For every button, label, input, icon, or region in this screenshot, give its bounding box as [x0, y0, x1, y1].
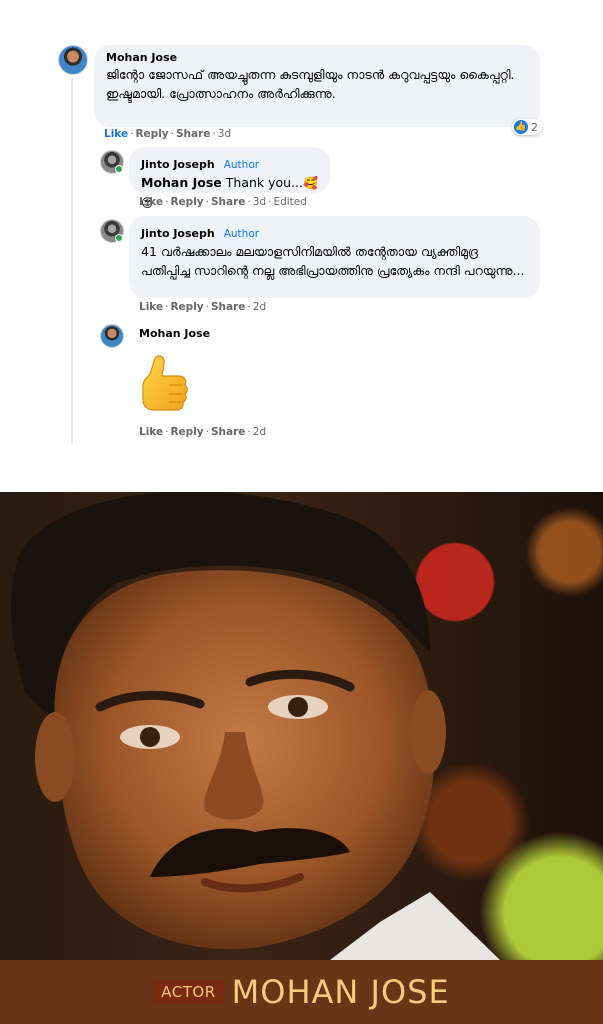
- comment-actions: Like · Reply · Share · 2d: [139, 426, 267, 438]
- comment-author[interactable]: Mohan Jose: [106, 51, 528, 64]
- like-button[interactable]: Like: [139, 426, 163, 438]
- reply-button[interactable]: Reply: [170, 301, 203, 313]
- reaction-count: 2: [531, 120, 538, 134]
- online-status-icon: [115, 234, 123, 242]
- actor-banner: ACTOR MOHAN JOSE: [0, 960, 603, 1024]
- comment-bubble: Jinto Joseph Author 41 വർഷക്കാലം മലയാളസിന…: [129, 216, 540, 298]
- actor-portrait-photo: [0, 492, 603, 960]
- comment-text: 41 വർഷക്കാലം മലയാളസിനിമയിൽ തന്റേതായ വ്യക…: [141, 244, 525, 278]
- like-button[interactable]: Like: [104, 128, 128, 140]
- comment-author[interactable]: Jinto Joseph: [141, 158, 215, 171]
- edited-label: Edited: [273, 196, 307, 208]
- author-badge: Author: [219, 227, 264, 241]
- avatar-mohan-jose[interactable]: [58, 45, 88, 75]
- share-button[interactable]: Share: [211, 426, 245, 438]
- screenshot: Mohan Jose ജിന്റോ ജോസഫ് അയച്ചുതന്ന കുടമ്…: [0, 0, 603, 1024]
- comment-time[interactable]: 3d: [218, 128, 231, 140]
- comment-actions: Like · Reply · Share · 3d · Edited: [139, 196, 307, 208]
- share-button[interactable]: Share: [211, 301, 245, 313]
- comment-bubble: Mohan Jose ജിന്റോ ജോസഫ് അയച്ചുതന്ന കുടമ്…: [94, 45, 540, 127]
- comment-actions: Like · Reply · Share · 2d: [139, 301, 267, 313]
- comment-text: Thank you...: [221, 175, 303, 190]
- actor-tag: ACTOR: [153, 980, 224, 1004]
- reply-button[interactable]: Reply: [170, 196, 203, 208]
- actor-name: MOHAN JOSE: [231, 973, 450, 1011]
- comment-bubble: Jinto Joseph Author Mohan Jose Thank you.…: [129, 147, 330, 210]
- share-button[interactable]: Share: [211, 196, 245, 208]
- like-button[interactable]: Like: [139, 196, 163, 208]
- reaction-summary[interactable]: 👍 2: [512, 119, 542, 135]
- reply-button[interactable]: Reply: [135, 128, 168, 140]
- comment-actions: Like · Reply · Share · 3d: [104, 128, 232, 140]
- author-badge: Author: [219, 158, 264, 172]
- comment-time[interactable]: 3d: [253, 196, 266, 208]
- comment-author[interactable]: Mohan Jose: [139, 327, 210, 340]
- thumbs-up-sticker-icon: [142, 355, 188, 411]
- comment-time[interactable]: 2d: [253, 426, 266, 438]
- avatar-mohan-jose[interactable]: [100, 324, 124, 348]
- mention-link[interactable]: Mohan Jose: [141, 175, 222, 190]
- comment-time[interactable]: 2d: [253, 301, 266, 313]
- share-button[interactable]: Share: [176, 128, 210, 140]
- portrait-illustration: [10, 492, 500, 960]
- reply-button[interactable]: Reply: [170, 426, 203, 438]
- like-button[interactable]: Like: [139, 301, 163, 313]
- comment-text: ജിന്റോ ജോസഫ് അയച്ചുതന്ന കുടമ്പുളിയും നാട…: [106, 67, 515, 101]
- reply-thread-line: [71, 78, 73, 443]
- like-reaction-icon: 👍: [514, 120, 528, 134]
- online-status-icon: [115, 165, 123, 173]
- comment-author[interactable]: Jinto Joseph: [141, 227, 215, 240]
